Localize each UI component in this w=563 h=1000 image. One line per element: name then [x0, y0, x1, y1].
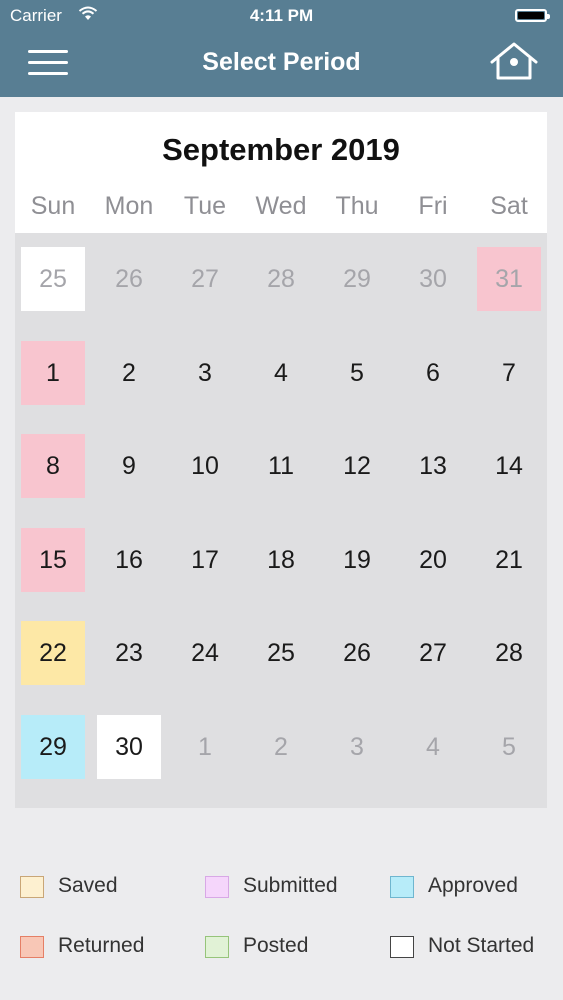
weekday-thu: Thu: [335, 192, 379, 220]
calendar-day-cell[interactable]: 2: [97, 341, 161, 405]
home-icon[interactable]: [488, 40, 540, 84]
calendar-day-cell[interactable]: 27: [401, 621, 465, 685]
calendar-day-cell[interactable]: 30: [97, 715, 161, 779]
legend-swatch: [390, 936, 414, 958]
weekday-sun: Sun: [30, 192, 76, 220]
calendar-day-cell[interactable]: 29: [21, 715, 85, 779]
legend-swatch: [20, 936, 44, 958]
weekday-sat: Sat: [490, 192, 528, 220]
calendar-day-cell[interactable]: 15: [21, 527, 85, 592]
weekday-wed: Wed: [255, 192, 307, 220]
calendar-day-cell[interactable]: 25: [21, 247, 85, 311]
calendar-day-cell[interactable]: 29: [325, 247, 389, 311]
calendar-day-cell[interactable]: 4: [401, 715, 465, 779]
calendar-day-cell[interactable]: 5: [325, 341, 389, 405]
calendar-day-cell[interactable]: 8: [21, 434, 85, 499]
calendar-day-cell[interactable]: 25: [249, 621, 313, 685]
legend-label: Submitted: [243, 874, 338, 897]
calendar-day-cell[interactable]: 9: [97, 434, 161, 498]
legend-swatch: [205, 876, 229, 898]
status-bar: Carrier 4:11 PM: [0, 0, 563, 32]
legend-swatch: [205, 936, 229, 958]
calendar-day-cell[interactable]: 10: [173, 434, 237, 498]
calendar-day-cell[interactable]: 1: [21, 340, 85, 405]
calendar-day-cell[interactable]: 13: [401, 434, 465, 498]
calendar-grid: 25 26 27 28 29 30 31 1 2 3 4 5 6 7 8 9 10 11 12 13 14 15 16 17 1…: [15, 233, 547, 808]
calendar-day-cell[interactable]: 26: [97, 247, 161, 311]
status-time: 4:11 PM: [249, 6, 314, 25]
weekday-tue: Tue: [183, 192, 227, 220]
battery-icon: [515, 9, 550, 22]
calendar-day-cell[interactable]: 21: [477, 528, 541, 592]
calendar-day-cell[interactable]: 4: [249, 341, 313, 405]
calendar-day-cell[interactable]: 23: [97, 621, 161, 685]
calendar-day-cell[interactable]: 31: [477, 247, 541, 311]
calendar-day-cell[interactable]: 7: [477, 341, 541, 405]
calendar-day-cell[interactable]: 14: [477, 434, 541, 498]
calendar-day-cell[interactable]: 30: [401, 247, 465, 311]
calendar-day-cell[interactable]: 5: [477, 715, 541, 779]
calendar-day-cell[interactable]: 12: [325, 434, 389, 498]
weekday-mon: Mon: [104, 192, 154, 220]
calendar-day-cell[interactable]: 1: [173, 715, 237, 779]
calendar-day-cell[interactable]: 3: [173, 341, 237, 405]
calendar-day-cell[interactable]: 28: [477, 621, 541, 685]
legend-label: Approved: [428, 874, 518, 897]
legend-swatch: [390, 876, 414, 898]
navigation-bar: Carrier 4:11 PM Select Period: [0, 0, 563, 97]
calendar-day-cell[interactable]: 2: [249, 715, 313, 779]
weekday-row: Sun Mon Tue Wed Thu Fri Sat: [15, 192, 547, 224]
calendar-day-cell[interactable]: 26: [325, 621, 389, 685]
calendar-header: September 2019 Sun Mon Tue Wed Thu Fri Sat: [15, 112, 547, 233]
calendar-day-cell[interactable]: 20: [401, 528, 465, 592]
calendar-day-cell[interactable]: 19: [325, 528, 389, 592]
legend-swatch: [20, 876, 44, 898]
calendar-day-cell[interactable]: 6: [401, 341, 465, 405]
page-title: Select Period: [202, 48, 361, 76]
weekday-fri: Fri: [418, 192, 448, 220]
calendar-day-cell[interactable]: 27: [173, 247, 237, 311]
legend-label: Not Started: [428, 934, 535, 957]
legend-label: Saved: [58, 874, 118, 897]
legend-label: Returned: [58, 934, 145, 957]
calendar-day-cell[interactable]: 17: [173, 528, 237, 592]
month-title: September 2019: [162, 132, 400, 167]
calendar-day-cell[interactable]: 16: [97, 528, 161, 592]
calendar-day-cell[interactable]: 22: [21, 621, 85, 686]
calendar-day-cell[interactable]: 24: [173, 621, 237, 685]
calendar-day-cell[interactable]: 28: [249, 247, 313, 311]
calendar-day-cell[interactable]: 18: [249, 528, 313, 592]
legend-label: Posted: [243, 934, 309, 957]
calendar-day-cell[interactable]: 3: [325, 715, 389, 779]
calendar-day-cell[interactable]: 11: [249, 434, 313, 498]
